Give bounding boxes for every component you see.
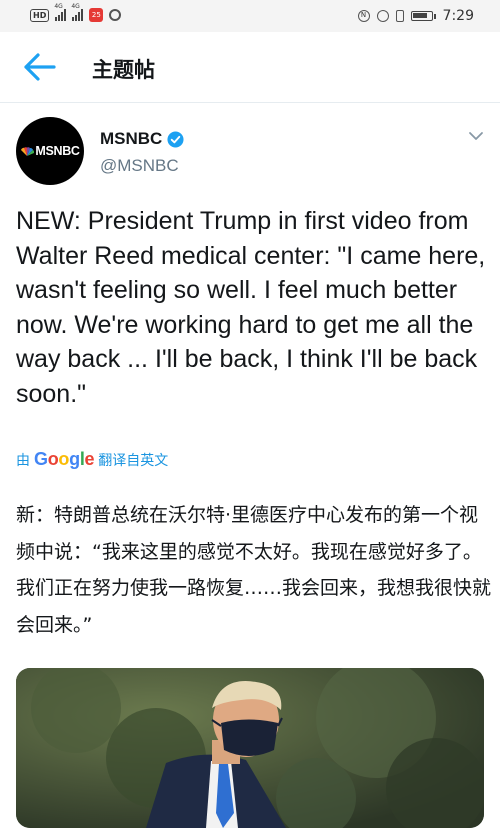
translated-text: 新：特朗普总统在沃尔特·里德医疗中心发布的第一个视频中说：“我来这里的感觉不太好… — [16, 504, 492, 636]
author-name[interactable]: MSNBC — [100, 129, 184, 149]
photo-illustration — [16, 668, 484, 828]
page-title: 主题帖 — [92, 58, 155, 82]
author-handle[interactable]: @MSNBC — [100, 156, 179, 176]
back-arrow-icon[interactable] — [22, 52, 58, 82]
avatar-label: MSNBC — [35, 144, 80, 158]
top-bar: 主题帖 — [0, 32, 500, 103]
verified-badge-icon — [167, 130, 184, 148]
battery-tip — [433, 13, 436, 19]
battery-icon — [410, 11, 433, 21]
status-time: 7:29 — [442, 8, 474, 24]
vibrate-icon — [395, 10, 404, 22]
translate-action: 翻译自英文 — [98, 452, 169, 469]
translate-prefix: 由 — [16, 452, 30, 469]
peacock-logo-icon — [21, 146, 35, 156]
avatar[interactable]: MSNBC — [16, 117, 84, 185]
signal-4g-icon: 4G — [54, 3, 67, 21]
translate-link[interactable]: 由 Google 翻译自英文 — [16, 449, 168, 470]
nfc-icon: N — [357, 10, 370, 22]
tweet-media-image[interactable] — [16, 668, 484, 828]
app-notification-icon: 25 — [89, 8, 104, 22]
avatar-logo: MSNBC — [20, 144, 80, 158]
hd-icon: HD — [30, 8, 50, 22]
settings-gear-icon — [109, 9, 122, 21]
alarm-icon — [376, 10, 389, 22]
signal-4g-icon: 4G — [71, 3, 84, 21]
google-logo: Google — [34, 449, 95, 469]
status-bar: HD 4G 4G 25 N 7:29 — [0, 0, 500, 32]
chevron-down-icon[interactable] — [468, 130, 484, 142]
author-name-text: MSNBC — [100, 129, 163, 148]
tweet-text: NEW: President Trump in first video from… — [16, 207, 486, 408]
